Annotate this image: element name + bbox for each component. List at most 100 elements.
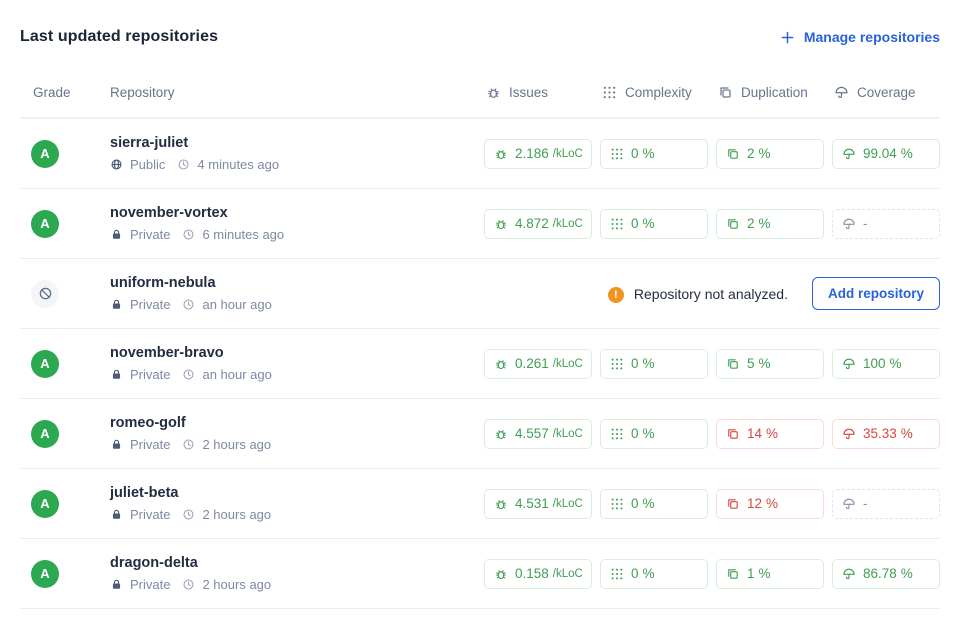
duplication-metric: 12 % (716, 489, 824, 519)
repository-cell: romeo-golf Private 2 hours ago (110, 415, 484, 452)
copy-icon (726, 217, 740, 231)
umbrella-icon (842, 567, 856, 581)
grade-cell (20, 280, 110, 308)
complexity-metric: 0 % (600, 559, 708, 589)
issues-metric: 4.557 /kLoC (484, 419, 592, 449)
visibility-icon (110, 438, 123, 451)
metrics: 2.186 /kLoC 0 % 2 % 99.04 % (484, 139, 940, 169)
metric-unit: % (759, 356, 771, 371)
grid-icon (610, 567, 624, 581)
metric-value: 2 (747, 146, 755, 161)
complexity-metric: 0 % (600, 139, 708, 169)
grade-badge: A (31, 560, 59, 588)
repository-name-link[interactable]: uniform-nebula (110, 275, 484, 291)
metric-unit: % (901, 566, 913, 581)
clock-icon (182, 298, 195, 311)
column-header-issues: Issues (484, 85, 592, 100)
metric-value: 0.158 (515, 566, 549, 581)
issues-metric: 4.531 /kLoC (484, 489, 592, 519)
metric-value: 0 (631, 216, 639, 231)
umbrella-icon (842, 147, 856, 161)
metrics: 4.872 /kLoC 0 % 2 % - (484, 209, 940, 239)
repository-cell: uniform-nebula Private an hour ago (110, 275, 484, 312)
table-row: A november-bravo Private an hour ago 0.2… (20, 329, 940, 399)
umbrella-icon (842, 217, 856, 231)
clock-icon (182, 508, 195, 521)
duplication-metric: 2 % (716, 139, 824, 169)
duplication-metric: 5 % (716, 349, 824, 379)
repository-meta: Private 2 hours ago (110, 437, 484, 452)
visibility-icon (110, 228, 123, 241)
clock-icon (182, 228, 195, 241)
duplication-metric: 2 % (716, 209, 824, 239)
table-row: A juliet-beta Private 2 hours ago 4.531 … (20, 469, 940, 539)
repository-name-link[interactable]: romeo-golf (110, 415, 484, 431)
grade-cell: A (20, 140, 110, 168)
metric-unit: /kLoC (553, 358, 583, 370)
visibility-icon (110, 368, 123, 381)
metric-unit: /kLoC (553, 428, 583, 440)
page-title: Last updated repositories (20, 28, 218, 46)
table-row: A romeo-golf Private 2 hours ago 4.557 /… (20, 399, 940, 469)
metric-unit: /kLoC (553, 498, 583, 510)
grade-cell: A (20, 420, 110, 448)
column-header-duplication: Duplication (716, 85, 824, 100)
manage-repositories-link[interactable]: Manage repositories (780, 29, 940, 45)
bug-icon (494, 357, 508, 371)
add-repository-button[interactable]: Add repository (812, 277, 940, 310)
copy-icon (726, 497, 740, 511)
visibility-label: Private (130, 437, 170, 452)
complexity-metric: 0 % (600, 349, 708, 379)
repository-name-link[interactable]: dragon-delta (110, 555, 484, 571)
grid-icon (610, 147, 624, 161)
updated-label: 6 minutes ago (202, 227, 284, 242)
last-updated-repositories-panel: Last updated repositories Manage reposit… (0, 0, 960, 609)
repository-name-link[interactable]: sierra-juliet (110, 135, 484, 151)
grade-cell: A (20, 490, 110, 518)
bug-icon (494, 147, 508, 161)
metric-unit: % (759, 216, 771, 231)
clock-icon (182, 578, 195, 591)
issues-metric: 0.261 /kLoC (484, 349, 592, 379)
grid-icon (610, 497, 624, 511)
grid-icon (610, 217, 624, 231)
metric-unit: % (643, 356, 655, 371)
metric-value: 0 (631, 496, 639, 511)
column-header-repository: Repository (110, 85, 484, 100)
repository-meta: Private an hour ago (110, 367, 484, 382)
not-analyzed-section: ! Repository not analyzed. Add repositor… (484, 277, 940, 310)
metric-unit: % (890, 356, 902, 371)
updated-label: 2 hours ago (202, 437, 271, 452)
duplication-metric: 14 % (716, 419, 824, 449)
column-header-coverage: Coverage (832, 85, 940, 100)
repository-name-link[interactable]: juliet-beta (110, 485, 484, 501)
column-header-label: Complexity (625, 85, 692, 100)
repository-meta: Public 4 minutes ago (110, 157, 484, 172)
metric-unit: % (766, 426, 778, 441)
visibility-label: Private (130, 367, 170, 382)
metrics: 0.261 /kLoC 0 % 5 % 100 % (484, 349, 940, 379)
grade-cell: A (20, 350, 110, 378)
repository-name-link[interactable]: november-vortex (110, 205, 484, 221)
column-header-label: Coverage (857, 85, 916, 100)
coverage-metric: - (832, 489, 940, 519)
grid-icon (602, 85, 617, 100)
visibility-icon (110, 158, 123, 171)
copy-icon (726, 427, 740, 441)
complexity-metric: 0 % (600, 209, 708, 239)
copy-icon (718, 85, 733, 100)
copy-icon (726, 357, 740, 371)
table-row: A november-vortex Private 6 minutes ago … (20, 189, 940, 259)
metric-value: 100 (863, 356, 886, 371)
umbrella-icon (834, 85, 849, 100)
grid-icon (610, 427, 624, 441)
repository-name-link[interactable]: november-bravo (110, 345, 484, 361)
copy-icon (726, 147, 740, 161)
repository-meta: Private 2 hours ago (110, 577, 484, 592)
metrics: 0.158 /kLoC 0 % 1 % 86.78 % (484, 559, 940, 589)
visibility-label: Private (130, 227, 170, 242)
metric-unit: % (901, 426, 913, 441)
umbrella-icon (842, 357, 856, 371)
repository-cell: november-vortex Private 6 minutes ago (110, 205, 484, 242)
column-header-grade: Grade (20, 85, 110, 100)
